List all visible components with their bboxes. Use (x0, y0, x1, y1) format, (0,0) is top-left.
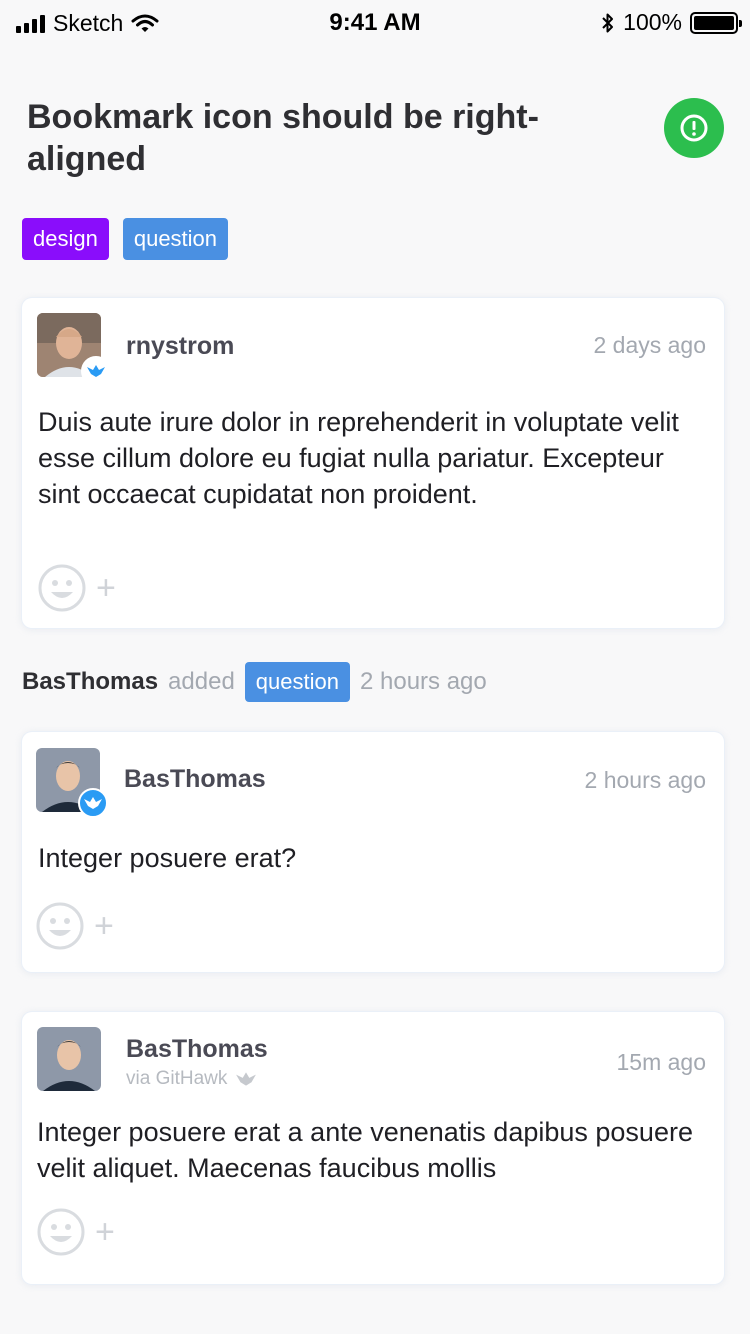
add-reaction-button[interactable]: + (38, 564, 116, 612)
comment-time: 2 hours ago (584, 767, 706, 793)
event-actor[interactable]: BasThomas (22, 668, 158, 696)
comment-author[interactable]: rnystrom (126, 332, 234, 361)
smiley-icon (38, 564, 86, 612)
issue-status-button[interactable] (664, 98, 724, 158)
comment-body: Duis aute irure dolor in reprehenderit i… (38, 407, 679, 509)
avatar[interactable] (37, 1027, 101, 1091)
smiley-icon (37, 1208, 85, 1256)
githawk-icon (81, 356, 111, 386)
issue-labels: design question (22, 218, 229, 260)
comment-time: 2 days ago (593, 332, 706, 358)
githawk-icon (236, 1072, 257, 1086)
label-question[interactable]: question (244, 662, 350, 702)
smiley-icon (36, 902, 84, 950)
comment-author[interactable]: BasThomas (126, 1035, 268, 1064)
battery-percent: 100% (623, 9, 682, 35)
battery-icon (690, 11, 742, 34)
plus-icon: + (95, 1213, 115, 1251)
label-event: BasThomas added question 2 hours ago (22, 662, 487, 702)
add-reaction-button[interactable]: + (37, 1208, 115, 1256)
comment-body: Integer posuere erat a ante venenatis da… (37, 1117, 693, 1183)
comment-card: BasThomas 2 hours ago Integer posuere er… (22, 732, 724, 972)
event-action: added (168, 668, 235, 695)
bluetooth-icon (602, 13, 614, 32)
comment-body: Integer posuere erat? (38, 843, 297, 873)
label-design[interactable]: design (22, 218, 109, 260)
add-reaction-button[interactable]: + (36, 902, 114, 950)
plus-icon: + (96, 569, 116, 607)
via-app: via GitHawk (126, 1068, 257, 1090)
via-text: via GitHawk (126, 1068, 228, 1089)
githawk-icon (78, 788, 108, 818)
comment-author[interactable]: BasThomas (124, 765, 266, 794)
event-time: 2 hours ago (359, 668, 487, 695)
label-question[interactable]: question (122, 218, 229, 260)
comment-time: 15m ago (616, 1049, 706, 1075)
plus-icon: + (94, 907, 114, 945)
status-bar: Sketch 9:41 AM 100% (0, 0, 750, 44)
comment-card: rnystrom 2 days ago Duis aute irure dolo… (22, 298, 724, 628)
issue-title: Bookmark icon should be right-aligned (27, 98, 539, 178)
comment-card: BasThomas via GitHawk 15m ago Integer po… (22, 1012, 724, 1284)
issue-opened-icon (680, 114, 708, 142)
